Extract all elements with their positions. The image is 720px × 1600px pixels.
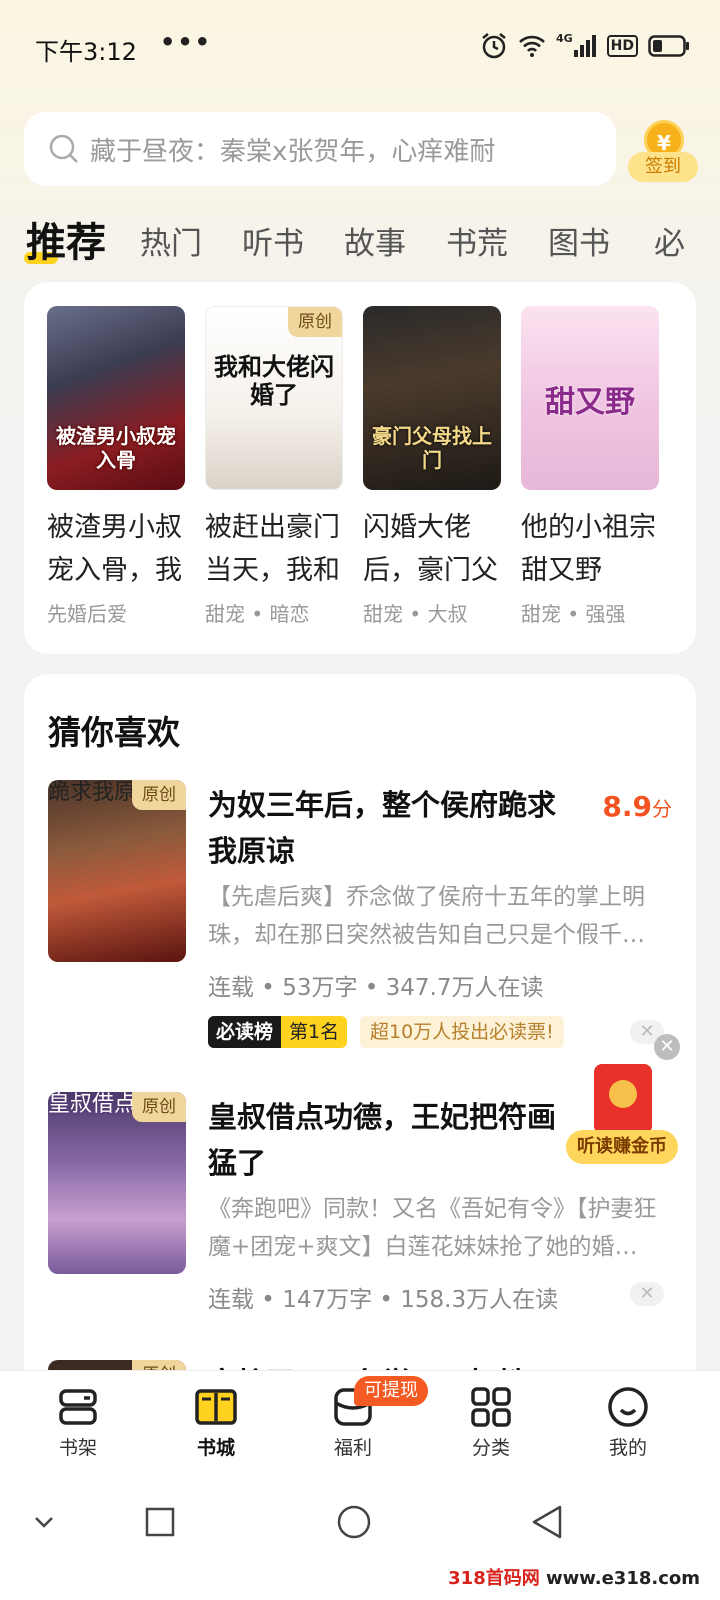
book-description: 《奔跑吧》同款！又名《吾妃有令》【护妻狂魔+团宠+爽文】白莲花妹妹抢了她的婚… [208, 1196, 657, 1260]
hd-badge: HD [606, 35, 638, 57]
book-cover: 甜又野 [521, 306, 659, 490]
watermark-site: 318首码网 [448, 1568, 540, 1589]
book-title: 被渣男小叔宠入骨，我 [47, 512, 182, 586]
book-title: 皇叔借点功德，王妃把符画猛了 [208, 1100, 557, 1180]
cover-title: 豪门父母找上门 [372, 424, 492, 472]
tab-hot[interactable]: 热门 [140, 218, 202, 263]
status-bar: 下午3:12 ••• 4G HD [0, 0, 720, 96]
cover-title: 我和大佬闪婚了 [214, 352, 334, 409]
float-close-button[interactable]: ✕ [654, 1034, 680, 1060]
score-unit: 分 [652, 797, 672, 821]
book-tags: 甜宠 • 强强 [521, 602, 626, 626]
battery-icon [648, 35, 689, 57]
book-cover: 跪求我原谅 原创 [48, 780, 186, 962]
featured-book[interactable]: 被渣男小叔宠入骨 被渣男小叔宠入骨，我 先婚后爱 [47, 306, 185, 627]
nav-label: 书城 [196, 1437, 235, 1459]
book-title: 他的小祖宗甜又野 [521, 512, 656, 586]
alarm-icon [482, 33, 506, 59]
status-time: 下午3:12 [35, 38, 137, 66]
book-cover: 皇叔借点功德 原创 [48, 1092, 186, 1274]
tab-recommend[interactable]: 推荐 [24, 210, 106, 268]
featured-book[interactable]: 甜又野 他的小祖宗甜又野 甜宠 • 强强 [521, 306, 659, 627]
back-button[interactable] [530, 1504, 564, 1540]
cover-title: 被渣男小叔宠入骨 [56, 424, 176, 472]
status-more-icon: ••• [160, 28, 213, 56]
search-icon [49, 134, 78, 163]
system-nav-bar: 318首码网 www.e318.com [0, 1476, 720, 1600]
book-tags: 甜宠 • 暗恋 [205, 602, 310, 626]
nav-category[interactable]: 分类 [446, 1385, 536, 1460]
tab-audiobook[interactable]: 听书 [242, 218, 304, 263]
original-badge: 原创 [132, 780, 186, 810]
home-button[interactable] [336, 1504, 372, 1540]
watermark: 318首码网 www.e318.com [448, 1564, 700, 1590]
nav-label: 我的 [608, 1437, 647, 1459]
status-icons: 4G HD [480, 32, 690, 60]
withdraw-badge: 可提现 [354, 1376, 428, 1406]
search-input[interactable]: 藏于昼夜：秦棠x张贺年，心痒难耐 [24, 112, 616, 186]
featured-books-card: 被渣男小叔宠入骨 被渣男小叔宠入骨，我 先婚后爱 我和大佬闪婚了 原创 被赶出豪… [24, 282, 696, 654]
cover-title: 甜又野 [545, 385, 635, 420]
book-tags: 先婚后爱 [47, 602, 127, 626]
original-badge: 原创 [132, 1092, 186, 1122]
profile-icon [608, 1387, 648, 1427]
book-cover: 被渣男小叔宠入骨 [47, 306, 185, 490]
book-description: 【先虐后爽】乔念做了侯府十五年的掌上明珠，却在那日突然被告知自己只是个假千… [208, 884, 645, 948]
search-placeholder: 藏于昼夜：秦棠x张贺年，心痒难耐 [90, 136, 496, 167]
signal-icon [573, 35, 596, 57]
nav-bookshelf[interactable]: 书架 [33, 1385, 123, 1460]
book-cover: 豪门父母找上门 [363, 306, 501, 490]
red-packet-seal [609, 1080, 637, 1108]
list-item[interactable]: 跪求我原谅 原创 为奴三年后，整个侯府跪求我原谅 8.9分 【先虐后爽】乔念做了… [48, 780, 672, 1070]
watermark-url: www.e318.com [546, 1568, 700, 1589]
book-tags: 甜宠 • 大叔 [363, 602, 468, 626]
category-icon [471, 1387, 511, 1427]
featured-book[interactable]: 豪门父母找上门 闪婚大佬后，豪门父 甜宠 • 大叔 [363, 306, 501, 627]
section-heading: 猜你喜欢 [48, 713, 180, 752]
tab-must-read[interactable]: 必 [654, 218, 685, 263]
listen-earn-button[interactable]: 听读赚金币 [566, 1130, 678, 1164]
book-meta: 连载 • 147万字 • 158.3万人在读 [208, 1287, 559, 1313]
nav-profile[interactable]: 我的 [583, 1385, 673, 1460]
nav-bookstore[interactable]: 书城 [171, 1385, 261, 1460]
score-value: 8.9 [602, 790, 652, 823]
book-title: 被赶出豪门当天，我和 [205, 512, 340, 586]
network-type: 4G [555, 32, 573, 45]
tab-books[interactable]: 图书 [548, 218, 610, 263]
recent-apps-button[interactable] [144, 1506, 176, 1538]
book-cover: 我和大佬闪婚了 原创 [205, 306, 343, 490]
vote-badge: 超10万人投出必读票! [360, 1016, 564, 1048]
wifi-icon [519, 35, 545, 57]
book-score: 8.9分 [602, 790, 672, 823]
book-title: 闪婚大佬后，豪门父 [363, 512, 498, 586]
nav-label: 书架 [58, 1437, 97, 1459]
rank-label: 必读榜 [208, 1016, 282, 1048]
nav-label: 分类 [471, 1437, 510, 1459]
signin-label: 签到 [628, 152, 698, 182]
guess-you-like-card: 猜你喜欢 跪求我原谅 原创 为奴三年后，整个侯府跪求我原谅 8.9分 【先虐后爽… [24, 674, 696, 1414]
book-meta: 连载 • 53万字 • 347.7万人在读 [208, 975, 544, 1001]
chevron-down-icon[interactable] [32, 1510, 56, 1534]
dismiss-button[interactable]: ✕ [630, 1282, 664, 1306]
bookstore-icon [195, 1389, 237, 1425]
bookshelf-icon [59, 1389, 97, 1425]
category-tabs: 推荐 热门 听书 故事 书荒 图书 必 [0, 206, 720, 276]
nav-label: 福利 [333, 1437, 372, 1459]
red-packet-icon[interactable] [594, 1064, 652, 1134]
signin-button[interactable]: ¥ 签到 [628, 114, 698, 184]
original-badge: 原创 [288, 307, 342, 337]
rank-badge: 必读榜 第1名 [208, 1016, 348, 1048]
featured-book[interactable]: 我和大佬闪婚了 原创 被赶出豪门当天，我和 甜宠 • 暗恋 [205, 306, 343, 627]
tab-book-shortage[interactable]: 书荒 [446, 218, 508, 263]
book-title: 为奴三年后，整个侯府跪求我原谅 [208, 788, 557, 868]
rank-value: 第1名 [281, 1016, 348, 1048]
tab-stories[interactable]: 故事 [344, 218, 406, 263]
